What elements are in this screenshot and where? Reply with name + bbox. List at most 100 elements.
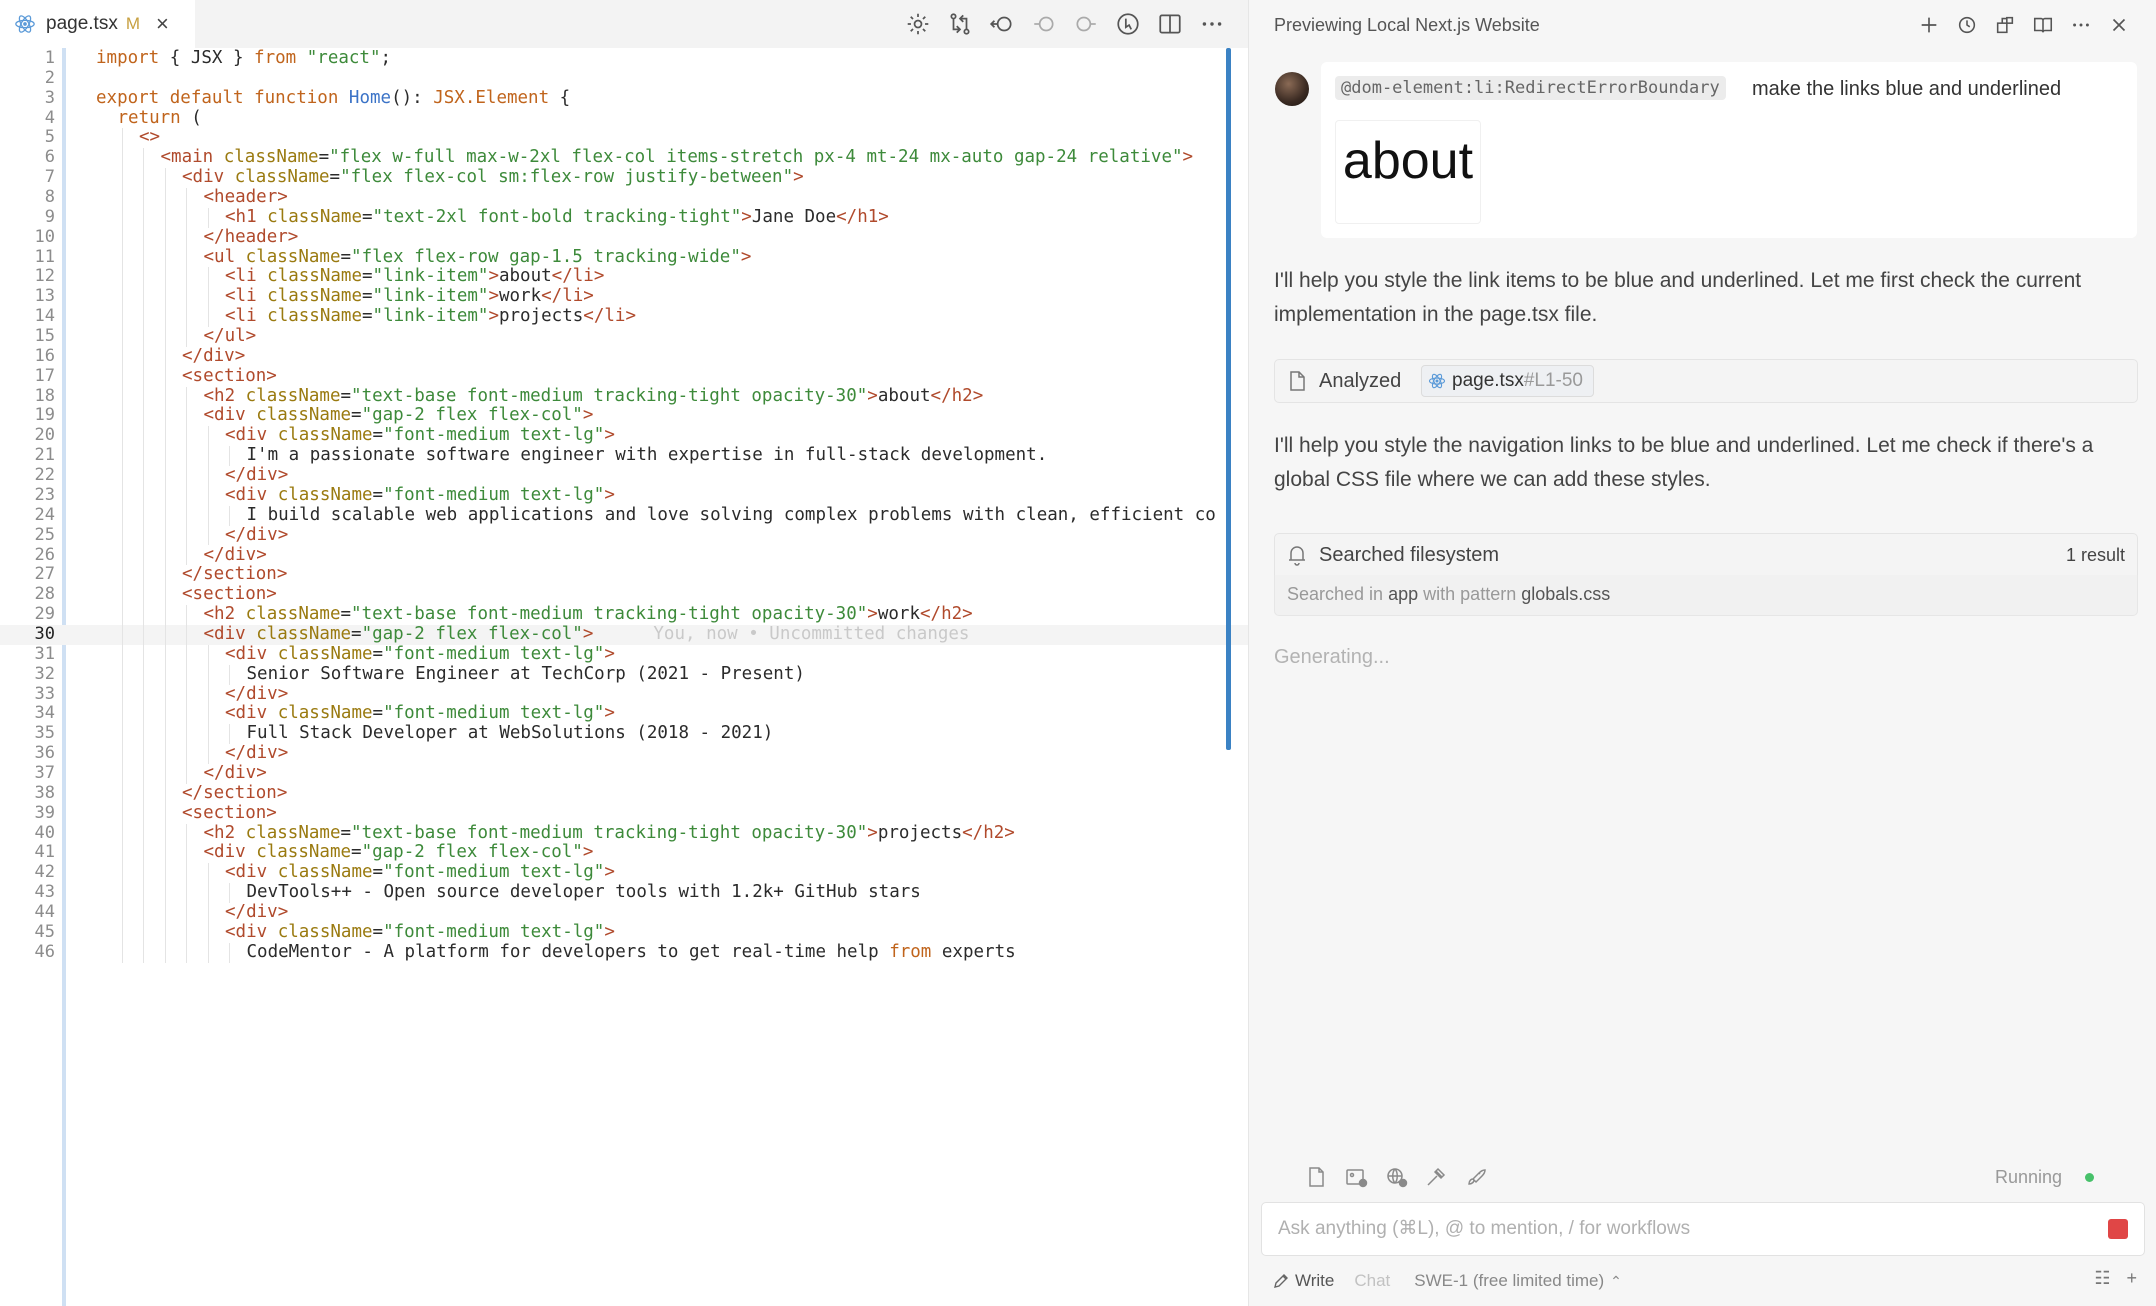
code-line[interactable]: 21 I'm a passionate software engineer wit…: [0, 445, 1248, 466]
next-change-icon[interactable]: [1072, 10, 1100, 38]
code-line[interactable]: 40 <h2 className="text-base font-medium t…: [0, 823, 1248, 844]
code-line[interactable]: 38 </section>: [0, 783, 1248, 804]
chat-mode-button[interactable]: Chat: [1354, 1271, 1390, 1291]
docs-book-icon[interactable]: [2031, 13, 2055, 37]
history-icon[interactable]: [1955, 13, 1979, 37]
code-line[interactable]: 30 <div className="gap-2 flex flex-col"> Y…: [0, 623, 1248, 645]
code-line[interactable]: 12 <li className="link-item">about</li>: [0, 267, 1248, 287]
file-reference-chip[interactable]: page.tsx #L1-50: [1421, 365, 1594, 397]
code-line[interactable]: 31 <div className="font-medium text-lg">: [0, 644, 1248, 665]
more-actions-icon[interactable]: [1198, 10, 1226, 38]
open-preview-icon[interactable]: [1114, 10, 1142, 38]
code-line[interactable]: 26 </div>: [0, 544, 1248, 566]
code-line[interactable]: 34 <div className="font-medium text-lg">: [0, 703, 1248, 724]
web-search-icon[interactable]: [1383, 1164, 1409, 1190]
code-line[interactable]: 6 <main className="flex w-full max-w-2xl …: [0, 147, 1248, 168]
line-number: 13: [34, 286, 55, 307]
line-number: 26: [34, 544, 55, 565]
extensions-icon[interactable]: [1993, 13, 2017, 37]
tools-hammer-icon[interactable]: [1423, 1164, 1449, 1190]
code-line[interactable]: 13 <li className="link-item">work</li>: [0, 286, 1248, 307]
react-icon: [1428, 373, 1446, 389]
code-line[interactable]: 18 <h2 className="text-base font-medium t…: [0, 386, 1248, 407]
code-line[interactable]: 19 <div className="gap-2 flex flex-col">: [0, 406, 1248, 426]
running-indicator-dot: [2085, 1173, 2094, 1182]
indent-guide: [229, 505, 230, 526]
code-editor[interactable]: page.tsx M × 1 import { JSX } from "reac…: [0, 0, 1248, 1306]
customize-icon[interactable]: ☷: [2094, 1268, 2110, 1289]
code-line[interactable]: 10 </header>: [0, 227, 1248, 248]
code-line[interactable]: 36 </div>: [0, 743, 1248, 764]
tab-page-tsx[interactable]: page.tsx M ×: [0, 0, 195, 48]
code-line[interactable]: 24 I build scalable web applications and …: [0, 505, 1248, 526]
write-mode-button[interactable]: Write: [1269, 1269, 1338, 1293]
code-line[interactable]: 33 </div>: [0, 684, 1248, 705]
analyzed-step[interactable]: Analyzed page.tsx #L1-50: [1274, 359, 2138, 403]
code-line[interactable]: 46 CodeMentor - A platform for developers…: [0, 942, 1248, 963]
chat-input-box[interactable]: [1261, 1202, 2145, 1256]
close-tab-icon[interactable]: ×: [156, 11, 169, 37]
code-line[interactable]: 37 </div>: [0, 763, 1248, 784]
code-line[interactable]: 11 <ul className="flex flex-row gap-1.5 t…: [0, 246, 1248, 268]
line-number: 3: [44, 87, 55, 108]
close-panel-icon[interactable]: [2107, 13, 2131, 37]
code-line[interactable]: 1 import { JSX } from "react";: [0, 48, 1248, 69]
code-line[interactable]: 39 <section>: [0, 803, 1248, 824]
code-line[interactable]: 29 <h2 className="text-base font-medium t…: [0, 604, 1248, 625]
file-icon: [1287, 370, 1307, 392]
code-text: <main className="flex w-full max-w-2xl f…: [160, 147, 1194, 168]
line-number: 6: [44, 147, 55, 168]
code-line[interactable]: 5 <>: [0, 128, 1248, 148]
line-number: 11: [34, 246, 55, 267]
code-area[interactable]: 1 import { JSX } from "react"; 2 3 export de…: [0, 48, 1248, 1306]
editor-scrollbar[interactable]: [1226, 48, 1231, 750]
code-line[interactable]: 16 </div>: [0, 346, 1248, 367]
code-line[interactable]: 17 <section>: [0, 366, 1248, 387]
code-line[interactable]: 25 </div>: [0, 525, 1248, 546]
dom-element-mention[interactable]: @dom-element:li:RedirectErrorBoundary: [1335, 76, 1726, 100]
stop-generation-button[interactable]: [2108, 1219, 2128, 1239]
attach-image-icon[interactable]: [1343, 1164, 1369, 1190]
code-line[interactable]: 14 <li className="link-item">projects</li…: [0, 306, 1248, 327]
new-chat-plus-icon[interactable]: [1917, 13, 1941, 37]
code-line[interactable]: 28 <section>: [0, 584, 1248, 605]
search-detail-prefix: Searched in: [1287, 584, 1384, 604]
line-number: 28: [34, 584, 55, 605]
settings-gear-icon[interactable]: [904, 10, 932, 38]
code-line[interactable]: 3 export default function Home(): JSX.Ele…: [0, 87, 1248, 109]
code-line[interactable]: 7 <div className="flex flex-col sm:flex-r…: [0, 167, 1248, 188]
code-line[interactable]: 23 <div className="font-medium text-lg">: [0, 485, 1248, 506]
code-line[interactable]: 2: [0, 68, 1248, 89]
model-selector[interactable]: SWE-1 (free limited time) ⌃: [1414, 1271, 1622, 1291]
search-pattern: globals.css: [1521, 584, 1611, 604]
go-back-icon[interactable]: [988, 10, 1016, 38]
search-step[interactable]: Searched filesystem 1 result: [1274, 533, 2138, 577]
line-number: 29: [34, 604, 55, 625]
code-line[interactable]: 8 <header>: [0, 187, 1248, 208]
panel-more-icon[interactable]: [2069, 13, 2093, 37]
code-line[interactable]: 43 DevTools++ - Open source developer too…: [0, 882, 1248, 903]
code-line[interactable]: 41 <div className="gap-2 flex flex-col">: [0, 842, 1248, 863]
code-line[interactable]: 22 </div>: [0, 465, 1248, 486]
chat-input[interactable]: [1276, 1213, 2080, 1245]
code-line[interactable]: 42 <div className="font-medium text-lg">: [0, 862, 1248, 883]
add-context-icon[interactable]: +: [2126, 1268, 2137, 1289]
element-screenshot[interactable]: about: [1335, 120, 1481, 224]
code-line[interactable]: 20 <div className="font-medium text-lg">: [0, 425, 1248, 446]
previous-change-icon[interactable]: [1030, 10, 1058, 38]
code-line[interactable]: 4 return (: [0, 108, 1248, 129]
code-line[interactable]: 27 </section>: [0, 564, 1248, 585]
code-line[interactable]: 15 </ul>: [0, 326, 1248, 347]
user-avatar: [1275, 72, 1309, 106]
line-number: 35: [34, 723, 55, 744]
code-line[interactable]: 45 <div className="font-medium text-lg">: [0, 922, 1248, 943]
code-text: <div className="gap-2 flex flex-col"> You…: [203, 623, 970, 644]
code-line[interactable]: 44 </div>: [0, 902, 1248, 923]
code-line[interactable]: 32 Senior Software Engineer at TechCorp (…: [0, 664, 1248, 685]
source-compare-icon[interactable]: [946, 10, 974, 38]
code-line[interactable]: 35 Full Stack Developer at WebSolutions (…: [0, 723, 1248, 744]
attach-file-icon[interactable]: [1303, 1164, 1329, 1190]
deploy-rocket-icon[interactable]: [1463, 1164, 1489, 1190]
code-line[interactable]: 9 <h1 className="text-2xl font-bold track…: [0, 207, 1248, 228]
split-editor-icon[interactable]: [1156, 10, 1184, 38]
